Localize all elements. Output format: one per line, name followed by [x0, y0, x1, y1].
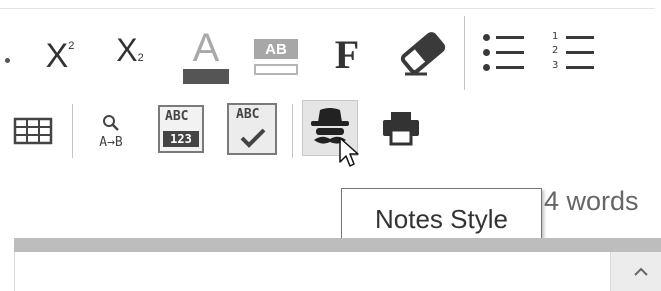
insert-table-button[interactable] [8, 110, 58, 152]
font-color-bar [183, 68, 229, 84]
toolbar-separator [292, 104, 293, 158]
numbered-list-icon: 1 2 3 [548, 32, 598, 76]
table-icon [13, 117, 53, 145]
printer-icon [383, 112, 419, 146]
highlight-icon: AB [254, 39, 298, 75]
spellcheck-icon: ABC [227, 103, 277, 155]
mouse-cursor-icon [339, 137, 359, 167]
eraser-icon [400, 32, 446, 76]
spellcheck-numbers-icon: ABC 123 [158, 105, 204, 153]
font-icon: F [334, 31, 360, 77]
spellcheck-numbers-button[interactable]: ABC 123 [152, 100, 210, 158]
subscript-icon: X2 [116, 31, 144, 68]
print-button[interactable] [374, 104, 428, 152]
highlight-button[interactable]: AB [250, 30, 302, 84]
chevron-up-icon [634, 267, 648, 276]
clear-format-button[interactable] [394, 26, 452, 80]
bulleted-list-icon [480, 32, 528, 76]
tooltip-text: Notes Style [375, 204, 508, 234]
word-count: 4 words [544, 186, 639, 216]
toolbar-separator [72, 104, 73, 158]
scroll-up-button[interactable] [627, 258, 655, 286]
numbered-list-button[interactable]: 1 2 3 [544, 28, 602, 80]
document-area[interactable] [14, 252, 610, 291]
superscript-button[interactable]: X2 [36, 32, 84, 80]
toolbar-top-border [0, 8, 655, 9]
vertical-scrollbar[interactable] [610, 252, 661, 291]
subscript-button[interactable]: X2 [104, 26, 156, 74]
font-color-button[interactable]: A [178, 24, 234, 88]
find-replace-button[interactable]: A→B [80, 102, 142, 160]
font-button[interactable]: F [324, 28, 370, 80]
spellcheck-button[interactable]: ABC [222, 100, 282, 158]
font-color-icon: A [183, 28, 229, 84]
superscript-icon: X2 [45, 36, 75, 75]
bulleted-list-button[interactable] [476, 28, 532, 80]
toolbar-separator [464, 16, 465, 90]
find-replace-icon: A→B [99, 113, 123, 150]
toolbar-edge-dot [5, 58, 10, 63]
document-top-border [14, 238, 661, 252]
